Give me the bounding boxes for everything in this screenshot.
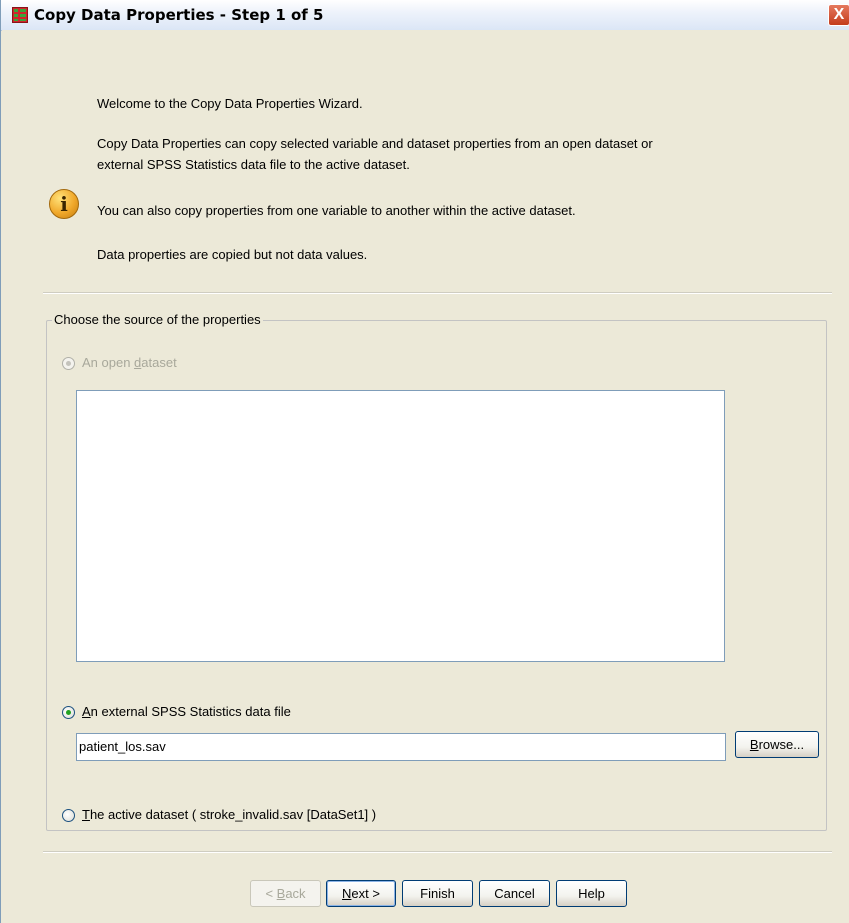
close-icon: X <box>833 6 845 23</box>
active-dataset-label-post: he active dataset ( stroke_invalid.sav [… <box>89 807 377 822</box>
open-dataset-label-post: ataset <box>141 355 177 370</box>
external-file-radio[interactable] <box>62 706 75 719</box>
back-label-pre: < <box>265 886 277 901</box>
help-button[interactable]: Help <box>556 880 627 907</box>
active-dataset-radio[interactable] <box>62 809 75 822</box>
description-line-2: external SPSS Statistics data file to th… <box>97 157 410 172</box>
welcome-text: Welcome to the Copy Data Properties Wiza… <box>97 96 363 111</box>
browse-label-key: B <box>749 737 759 752</box>
back-label-post: ack <box>285 886 306 901</box>
external-file-label-post: n external SPSS Statistics data file <box>90 704 291 719</box>
open-dataset-radio[interactable] <box>62 357 75 370</box>
note-text: Data properties are copied but not data … <box>97 247 368 262</box>
title-bar[interactable]: Copy Data Properties - Step 1 of 5 X <box>1 0 849 31</box>
dialog-window: Copy Data Properties - Step 1 of 5 X Wel… <box>0 0 849 923</box>
cancel-button[interactable]: Cancel <box>479 880 550 907</box>
close-button[interactable]: X <box>828 4 849 26</box>
also-copy-text: You can also copy properties from one va… <box>97 203 576 218</box>
external-file-label[interactable]: An external SPSS Statistics data file <box>82 704 291 719</box>
active-dataset-label[interactable]: The active dataset ( stroke_invalid.sav … <box>82 807 376 822</box>
browse-button[interactable]: Browse... <box>735 731 819 758</box>
next-button[interactable]: Next > <box>326 880 396 907</box>
open-dataset-list[interactable] <box>76 390 725 662</box>
spss-data-icon <box>12 7 28 23</box>
next-label-key: N <box>342 886 352 901</box>
external-file-label-key: A <box>82 704 91 719</box>
description-line-1: Copy Data Properties can copy selected v… <box>97 136 653 151</box>
file-path-input[interactable]: patient_los.sav <box>76 733 726 761</box>
active-dataset-label-key: T <box>82 807 90 822</box>
bottom-separator <box>43 851 832 853</box>
info-icon: i <box>49 189 79 219</box>
source-group-label: Choose the source of the properties <box>52 312 263 327</box>
dialog-content: Welcome to the Copy Data Properties Wiza… <box>2 30 849 923</box>
top-separator <box>43 292 832 294</box>
open-dataset-label-pre: An open <box>82 355 135 370</box>
finish-button[interactable]: Finish <box>402 880 473 907</box>
browse-label-post: rowse... <box>758 737 805 752</box>
window-title: Copy Data Properties - Step 1 of 5 <box>34 6 324 24</box>
open-dataset-label[interactable]: An open dataset <box>82 355 177 370</box>
back-button[interactable]: < Back <box>250 880 321 907</box>
next-label-post: ext > <box>351 886 380 901</box>
